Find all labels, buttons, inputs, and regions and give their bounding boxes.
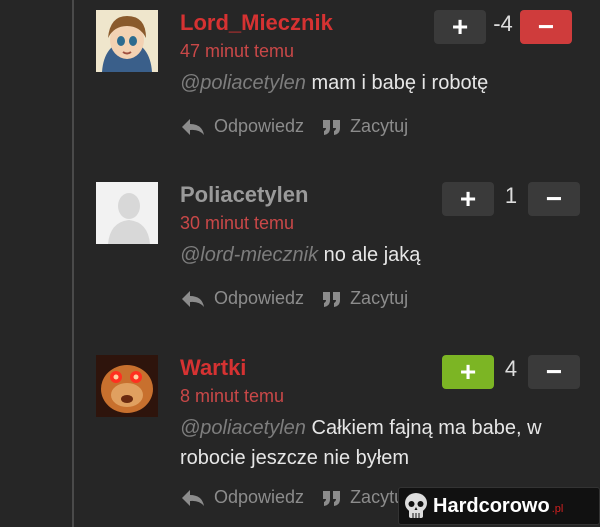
comment: Lord_Miecznik 47 minut temu @poliacetyle… — [96, 10, 586, 160]
avatar[interactable] — [96, 355, 158, 417]
reply-label: Odpowiedz — [214, 116, 305, 136]
comment-text: @poliacetylen mam i babę i robotę — [180, 68, 570, 98]
mention-link[interactable]: @poliacetylen — [180, 72, 306, 94]
upvote-button[interactable]: + — [434, 10, 486, 44]
reply-button[interactable]: Odpowiedz — [180, 116, 304, 137]
avatar[interactable] — [96, 182, 158, 244]
mention-link[interactable]: @lord-miecznik — [180, 244, 318, 266]
skull-icon — [399, 489, 433, 523]
upvote-button[interactable]: + — [442, 182, 494, 216]
upvote-button[interactable]: + — [442, 355, 494, 389]
thread-line — [72, 0, 74, 527]
reply-arrow-icon — [182, 118, 204, 135]
vote-score: -4 — [493, 11, 513, 36]
mention-link[interactable]: @poliacetylen — [180, 417, 306, 439]
reply-label: Odpowiedz — [214, 487, 305, 507]
vote-box: + 1 − — [442, 182, 580, 216]
comment-actions: Odpowiedz Zacytuj — [180, 116, 426, 137]
comment-text: @poliacetylen Całkiem fajną ma babe, w r… — [180, 413, 570, 473]
comment-time: 30 minut temu — [180, 213, 295, 233]
reply-arrow-icon — [182, 290, 204, 307]
site-watermark: Hardcorowo .pl — [398, 487, 600, 525]
comment-time: 8 minut temu — [180, 386, 285, 406]
avatar-image — [96, 355, 158, 417]
quote-icon — [323, 291, 341, 307]
comment-text: @lord-miecznik no ale jaką — [180, 240, 570, 270]
comment-author[interactable]: Wartki — [180, 355, 246, 381]
vote-score: 4 — [504, 356, 518, 381]
avatar[interactable] — [96, 10, 158, 72]
downvote-button[interactable]: − — [520, 10, 572, 44]
reply-label: Odpowiedz — [214, 288, 305, 308]
vote-box: + -4 − — [434, 10, 572, 44]
downvote-button[interactable]: − — [528, 355, 580, 389]
quote-label: Zacytuj — [350, 288, 409, 308]
comment: Poliacetylen 30 minut temu @lord-mieczni… — [96, 182, 586, 332]
vote-box: + 4 − — [442, 355, 580, 389]
comment-body: no ale jaką — [323, 244, 421, 266]
comment-author[interactable]: Poliacetylen — [180, 182, 308, 208]
comment-body: mam i babę i robotę — [311, 72, 489, 94]
avatar-image — [96, 10, 158, 72]
quote-icon — [323, 119, 341, 135]
comment-time: 47 minut temu — [180, 41, 295, 61]
quote-button[interactable]: Zacytuj — [322, 487, 408, 508]
comment-actions: Odpowiedz Zacytuj — [180, 288, 426, 309]
reply-button[interactable]: Odpowiedz — [180, 487, 304, 508]
comment-actions: Odpowiedz Zacytuj — [180, 487, 426, 508]
default-avatar-image — [96, 182, 158, 244]
watermark-name: Hardcorowo — [433, 494, 550, 517]
reply-arrow-icon — [182, 489, 204, 506]
quote-icon — [323, 490, 341, 506]
quote-button[interactable]: Zacytuj — [322, 288, 408, 309]
comment-author[interactable]: Lord_Miecznik — [180, 10, 333, 36]
reply-button[interactable]: Odpowiedz — [180, 288, 304, 309]
quote-button[interactable]: Zacytuj — [322, 116, 408, 137]
downvote-button[interactable]: − — [528, 182, 580, 216]
watermark-tld: .pl — [551, 503, 564, 515]
vote-score: 1 — [504, 183, 518, 208]
quote-label: Zacytuj — [350, 116, 409, 136]
